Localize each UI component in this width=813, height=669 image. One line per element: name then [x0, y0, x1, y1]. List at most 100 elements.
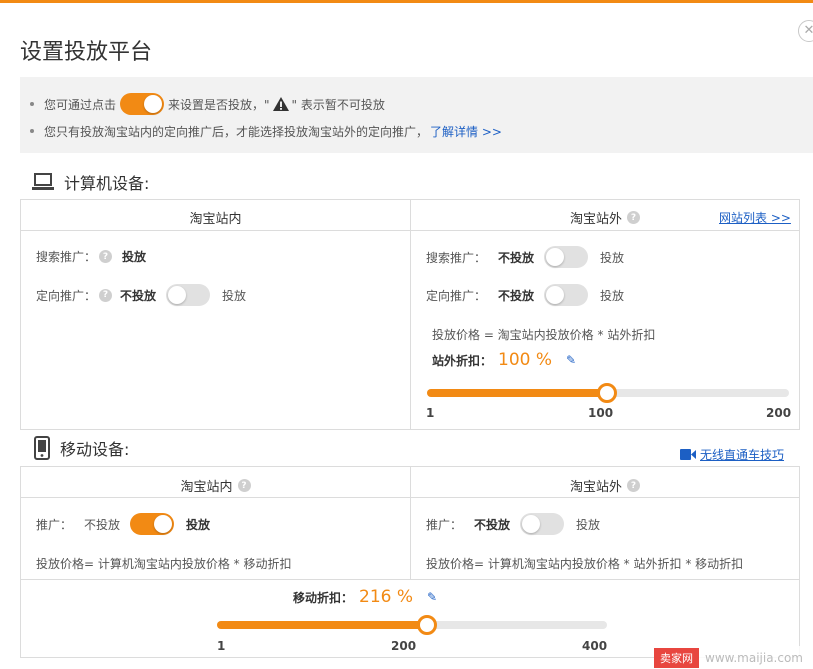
mobile-outside-promo-toggle[interactable]: [520, 513, 565, 535]
header-divider: [21, 497, 799, 498]
notice-text: " 表示暂不可投放: [291, 97, 385, 112]
pc-outside-search-toggle[interactable]: [544, 246, 589, 268]
toggle-knob: [546, 248, 565, 266]
mobile-outside-formula: 投放价格= 计算机淘宝站内投放价格 * 站外折扣 * 移动折扣: [426, 555, 743, 572]
search-promo-label: 搜索推广：: [426, 250, 487, 265]
discount-value: 100 %: [498, 350, 553, 370]
off-option-label: 不投放: [84, 517, 121, 532]
on-option-label: 投放: [600, 250, 625, 265]
warning-icon: [272, 97, 289, 111]
pc-discount-slider[interactable]: [427, 383, 789, 403]
promo-label: 推广：: [426, 517, 463, 532]
notice-line-toggle-hint: 您可通过点击 来设置是否投放，" " 表示暂不可投放: [30, 93, 385, 115]
slider-mid-label: 200: [391, 639, 417, 653]
slider-mid-label: 100: [588, 406, 614, 420]
discount-label: 移动折扣：: [293, 590, 354, 605]
bullet: [30, 102, 34, 106]
off-option-label: 不投放: [474, 517, 511, 532]
pc-outside-target-toggle[interactable]: [544, 284, 589, 306]
tips-link-text: 无线直通车技巧: [700, 448, 785, 462]
row-divider: [21, 579, 799, 580]
pc-inside-search-row: 搜索推广： ? 投放: [36, 248, 156, 265]
mobile-phone-icon: [34, 436, 50, 460]
toggle-knob: [144, 95, 163, 113]
mobile-outside-promo-row: 推广： 不投放 投放: [426, 513, 600, 535]
on-option-label: 投放: [600, 288, 625, 303]
slider-handle[interactable]: [417, 615, 437, 635]
notice-text: 您可通过点击: [44, 97, 117, 112]
pc-price-formula: 投放价格 = 淘宝站内投放价格 * 站外折扣: [432, 326, 655, 343]
help-icon[interactable]: ?: [237, 479, 251, 492]
search-promo-status: 投放: [122, 250, 147, 264]
bullet: [30, 129, 34, 133]
edit-pencil-icon[interactable]: ✎: [566, 353, 576, 367]
column-title-text: 淘宝站内: [180, 480, 233, 495]
example-toggle: [120, 93, 165, 115]
page-title: 设置投放平台: [20, 40, 153, 65]
mobile-outside-title: 淘宝站外 ?: [411, 476, 799, 495]
video-camera-icon: [680, 449, 696, 460]
laptop-icon: [32, 173, 54, 190]
watermark-url: www.maijia.com: [705, 650, 803, 665]
toggle-knob: [154, 515, 173, 533]
mobile-settings-panel: 淘宝站内 ? 淘宝站外 ? 推广： 不投放 投放 投放价格= 计算机淘宝站内投放…: [20, 466, 800, 658]
slider-min-label: 1: [217, 639, 226, 653]
pc-inside-title: 淘宝站内: [21, 208, 410, 227]
watermark-logo: 卖家网: [654, 647, 699, 668]
edit-pencil-icon[interactable]: ✎: [427, 590, 437, 604]
column-title-text: 淘宝站内: [189, 212, 242, 227]
pc-heading-text: 计算机设备:: [64, 174, 150, 193]
target-promo-label: 定向推广：: [426, 288, 487, 303]
pc-inside-target-toggle[interactable]: [166, 284, 211, 306]
pc-section-heading: 计算机设备:: [32, 170, 149, 194]
target-promo-label: 定向推广：: [36, 288, 97, 303]
price-formula-text: 投放价格 = 淘宝站内投放价格 * 站外折扣: [432, 328, 656, 342]
learn-more-link[interactable]: 了解详情 >>: [430, 123, 502, 140]
slider-fill: [427, 389, 607, 397]
on-option-label: 投放: [186, 517, 211, 532]
notice-text: 您只有投放淘宝站内的定向推广后，才能选择投放淘宝站外的定向推广，: [44, 124, 429, 139]
mobile-inside-promo-toggle[interactable]: [130, 513, 175, 535]
promo-label: 推广：: [36, 517, 73, 532]
mobile-discount-slider[interactable]: [217, 615, 607, 635]
header-divider: [21, 230, 799, 231]
slider-handle[interactable]: [597, 383, 617, 403]
toggle-knob: [522, 515, 541, 533]
discount-value: 216 %: [359, 587, 414, 607]
slider-min-label: 1: [426, 406, 435, 420]
slider-fill: [217, 621, 427, 629]
column-title-text: 淘宝站外: [569, 480, 622, 495]
price-formula-text: 投放价格= 计算机淘宝站内投放价格 * 站外折扣 * 移动折扣: [426, 557, 744, 571]
slider-max-label: 200: [766, 406, 792, 420]
close-button[interactable]: ✕: [798, 20, 813, 42]
column-title-text: 淘宝站外: [569, 212, 622, 227]
mobile-inside-promo-row: 推广： 不投放 投放: [36, 513, 220, 535]
search-promo-label: 搜索推广：: [36, 250, 97, 264]
site-watermark: 卖家网 www.maijia.com: [654, 646, 813, 669]
toggle-knob: [168, 286, 187, 304]
on-option-label: 投放: [222, 288, 247, 303]
mobile-section-heading: 移动设备:: [34, 436, 129, 460]
help-icon[interactable]: ?: [627, 479, 640, 492]
pc-outside-search-row: 搜索推广： 不投放 投放: [426, 246, 624, 268]
price-formula-text: 投放价格= 计算机淘宝站内投放价格 * 移动折扣: [36, 557, 292, 571]
notice-text: 来设置是否投放，": [168, 97, 270, 112]
notice-line-external: 您只有投放淘宝站内的定向推广后，才能选择投放淘宝站外的定向推广， 了解详情 >>: [30, 123, 502, 139]
site-list-link[interactable]: 网站列表 >>: [719, 209, 791, 226]
help-icon[interactable]: ?: [627, 211, 640, 224]
off-option-label: 不投放: [120, 288, 157, 303]
top-accent-bar: [0, 0, 813, 3]
pc-discount-row: 站外折扣： 100 % ✎: [432, 350, 576, 370]
pc-inside-target-row: 定向推广： ? 不投放 投放: [36, 284, 246, 306]
notice-box: 您可通过点击 来设置是否投放，" " 表示暂不可投放 您只有投放淘宝站内的定向推…: [20, 77, 813, 153]
toggle-knob: [546, 286, 565, 304]
slider-max-label: 400: [582, 639, 608, 653]
mobile-inside-formula: 投放价格= 计算机淘宝站内投放价格 * 移动折扣: [36, 555, 292, 572]
help-icon[interactable]: ?: [99, 250, 113, 263]
help-icon[interactable]: ?: [99, 288, 113, 302]
pc-outside-target-row: 定向推广： 不投放 投放: [426, 284, 624, 306]
close-icon: ✕: [803, 23, 813, 38]
mobile-tips-link[interactable]: 无线直通车技巧: [680, 446, 784, 463]
column-divider: [410, 200, 411, 429]
off-option-label: 不投放: [498, 250, 535, 265]
